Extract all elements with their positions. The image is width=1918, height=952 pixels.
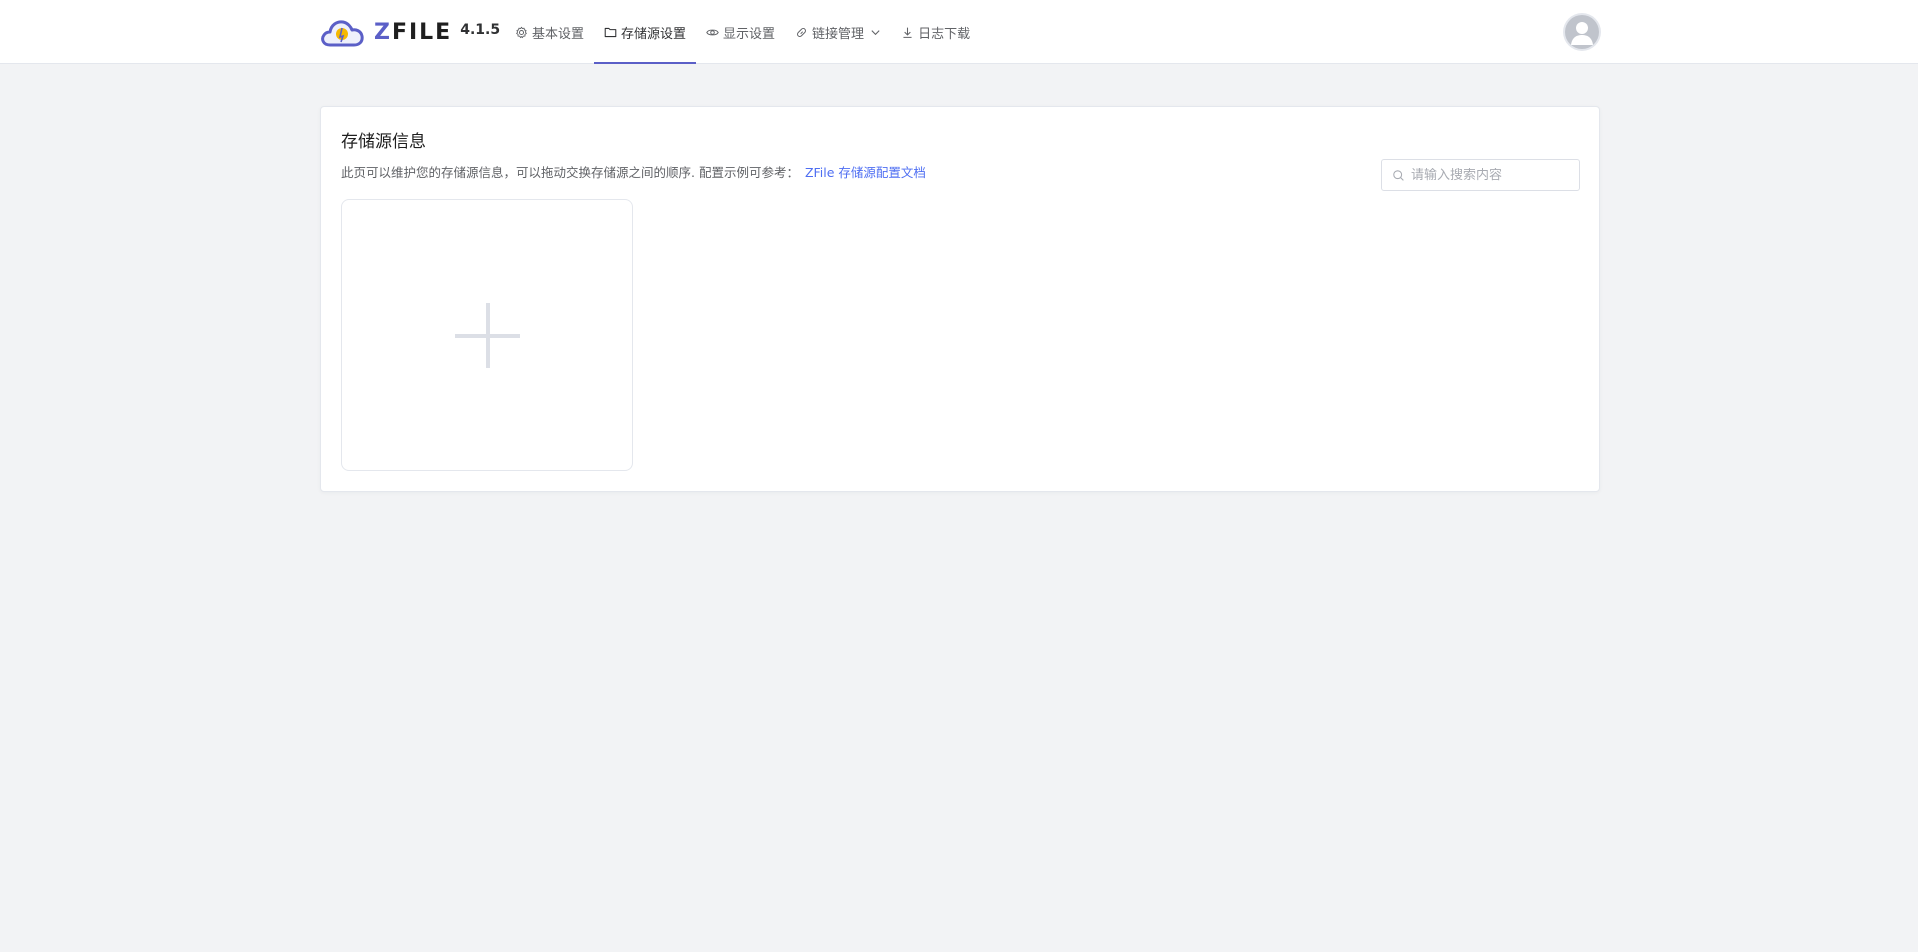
eye-icon (706, 29, 719, 35)
nav-label: 存储源设置 (621, 26, 687, 42)
nav-display-settings[interactable]: 显示设置 (696, 0, 785, 64)
version-label: 4.1.5 (460, 22, 501, 38)
download-icon (903, 27, 912, 38)
cloud-logo-icon (321, 20, 364, 47)
description-text: 此页可以维护您的存储源信息，可以拖动交换存储源之间的顺序. 配置示例可参考： (341, 165, 799, 180)
gear-icon (516, 26, 527, 38)
nav-basic-settings[interactable]: 基本设置 (505, 0, 594, 64)
search-icon (1393, 169, 1404, 181)
doc-link[interactable]: ZFile 存储源配置文档 (805, 165, 926, 180)
add-storage-source-button[interactable] (341, 199, 633, 471)
user-avatar[interactable] (1565, 15, 1599, 49)
nav-label: 显示设置 (723, 26, 776, 42)
link-icon (797, 27, 807, 37)
nav-label: 链接管理 (812, 26, 865, 42)
nav-label: 基本设置 (532, 26, 585, 42)
nav-link-management[interactable]: 链接管理 (785, 0, 891, 64)
brand-name: ZFILE (374, 19, 453, 45)
nav-storage-settings[interactable]: 存储源设置 (594, 0, 697, 64)
search-input[interactable] (1411, 167, 1571, 183)
search-box[interactable] (1381, 159, 1580, 191)
page-title: 存储源信息 (341, 132, 426, 152)
top-navbar: ZFILE 4.1.5 基本设置 存储源设置 显示设置 链接管理 日志下载 (0, 0, 1918, 64)
main-nav: 基本设置 存储源设置 显示设置 链接管理 日志下载 (505, 0, 980, 64)
chevron-down-icon (871, 29, 880, 35)
plus-icon-vertical (486, 303, 490, 368)
user-icon (1571, 22, 1593, 45)
nav-log-download[interactable]: 日志下载 (891, 0, 980, 64)
brand[interactable]: ZFILE 4.1.5 (320, 0, 500, 64)
folder-icon (604, 27, 617, 37)
page-description: 此页可以维护您的存储源信息，可以拖动交换存储源之间的顺序. 配置示例可参考： ZF… (341, 162, 926, 181)
nav-label: 日志下载 (918, 26, 971, 42)
storage-source-card: 存储源信息 此页可以维护您的存储源信息，可以拖动交换存储源之间的顺序. 配置示例… (320, 106, 1600, 492)
